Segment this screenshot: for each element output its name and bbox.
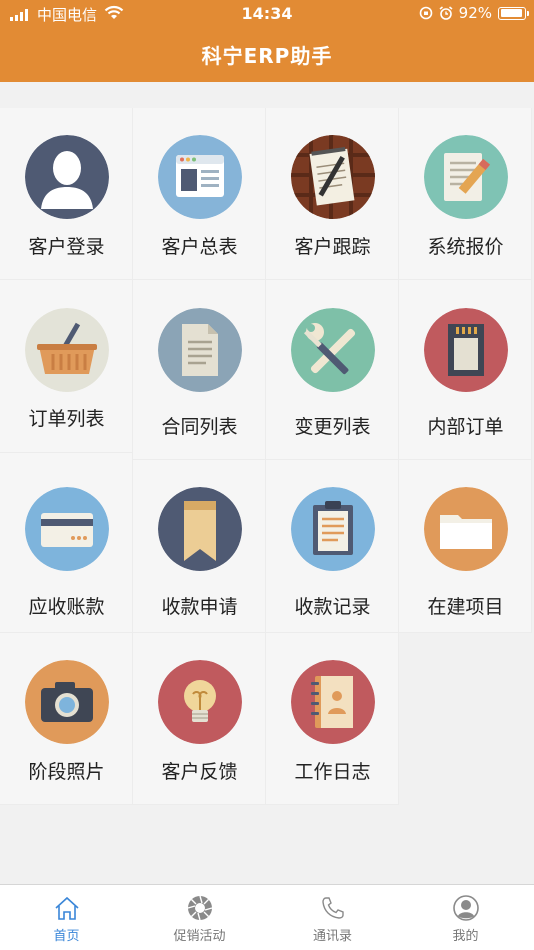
page-title: 科宁ERP助手 xyxy=(201,44,333,68)
grid-item-accounts-receivable[interactable]: 应收账款 xyxy=(0,453,133,633)
grid-item-label: 内部订单 xyxy=(427,416,504,438)
address-book-icon xyxy=(291,660,375,744)
tab-label: 首页 xyxy=(53,929,80,944)
grid-item-label: 收款申请 xyxy=(161,596,238,618)
credit-card-icon xyxy=(25,487,109,571)
camera-icon xyxy=(25,660,109,744)
grid-item-label: 系统报价 xyxy=(427,236,504,258)
grid-item-label: 工作日志 xyxy=(294,761,371,783)
grid-item-label: 客户总表 xyxy=(161,236,238,258)
tab-label: 促销活动 xyxy=(173,929,226,944)
grid-item-label: 合同列表 xyxy=(161,416,238,438)
grid-item-label: 变更列表 xyxy=(294,416,371,438)
clipboard-icon xyxy=(291,487,375,571)
profile-icon xyxy=(451,893,481,923)
grid-item-label: 客户跟踪 xyxy=(294,236,371,258)
grid-item-contract-list[interactable]: 合同列表 xyxy=(133,280,266,460)
sd-card-icon xyxy=(424,308,508,392)
grid-item-internal-order[interactable]: 内部订单 xyxy=(399,280,532,460)
grid-item-label: 应收账款 xyxy=(28,596,105,618)
phone-icon xyxy=(318,893,348,923)
notepad-pen-icon xyxy=(291,135,375,219)
lightbulb-icon xyxy=(158,660,242,744)
wrench-screwdriver-icon xyxy=(291,308,375,392)
grid-item-projects-in-progress[interactable]: 在建项目 xyxy=(399,460,532,633)
grid-item-label: 客户反馈 xyxy=(161,761,238,783)
grid-item-customer-login[interactable]: 客户登录 xyxy=(0,108,133,280)
grid-item-system-quote[interactable]: 系统报价 xyxy=(399,108,532,280)
tab-mine[interactable]: 我的 xyxy=(399,885,532,950)
tab-promotions[interactable]: 促销活动 xyxy=(133,885,266,950)
grid-item-label: 收款记录 xyxy=(294,596,371,618)
home-icon xyxy=(52,893,82,923)
bookmark-icon xyxy=(158,487,242,571)
tab-contacts[interactable]: 通讯录 xyxy=(266,885,399,950)
tab-bar: 首页 促销活动 通讯录 我的 xyxy=(0,884,534,950)
status-right: 92% xyxy=(419,4,529,22)
header-spacer xyxy=(0,82,534,108)
browser-window-icon xyxy=(158,135,242,219)
battery-icon xyxy=(498,6,529,20)
document-pencil-icon xyxy=(424,135,508,219)
grid-item-customer-tracking[interactable]: 客户跟踪 xyxy=(266,108,399,280)
shopping-basket-icon xyxy=(25,308,109,392)
status-bar: 中国电信 14:34 92% xyxy=(0,0,534,28)
grid-item-change-list[interactable]: 变更列表 xyxy=(266,280,399,460)
aperture-icon xyxy=(185,893,215,923)
user-avatar-icon xyxy=(25,135,109,219)
grid-item-label: 在建项目 xyxy=(427,596,504,618)
grid-item-work-log[interactable]: 工作日志 xyxy=(266,633,399,805)
grid-item-label: 客户登录 xyxy=(28,236,105,258)
grid-item-payment-record[interactable]: 收款记录 xyxy=(266,460,399,633)
tab-home[interactable]: 首页 xyxy=(0,885,133,950)
alarm-icon xyxy=(439,6,453,20)
orientation-lock-icon xyxy=(419,6,432,20)
grid-item-stage-photos[interactable]: 阶段照片 xyxy=(0,633,133,805)
tab-label: 我的 xyxy=(452,929,479,944)
app-header: 中国电信 14:34 92% 科宁ERP助手 xyxy=(0,0,534,82)
battery-percent: 92% xyxy=(458,4,492,22)
grid-item-order-list[interactable]: 订单列表 xyxy=(0,280,133,453)
tab-label: 通讯录 xyxy=(312,929,352,944)
grid-item-payment-request[interactable]: 收款申请 xyxy=(133,460,266,633)
grid-item-customer-list[interactable]: 客户总表 xyxy=(133,108,266,280)
grid-item-label: 订单列表 xyxy=(28,408,105,430)
document-icon xyxy=(158,308,242,392)
grid-item-customer-feedback[interactable]: 客户反馈 xyxy=(133,633,266,805)
folder-icon xyxy=(424,487,508,571)
grid-item-label: 阶段照片 xyxy=(28,761,105,783)
